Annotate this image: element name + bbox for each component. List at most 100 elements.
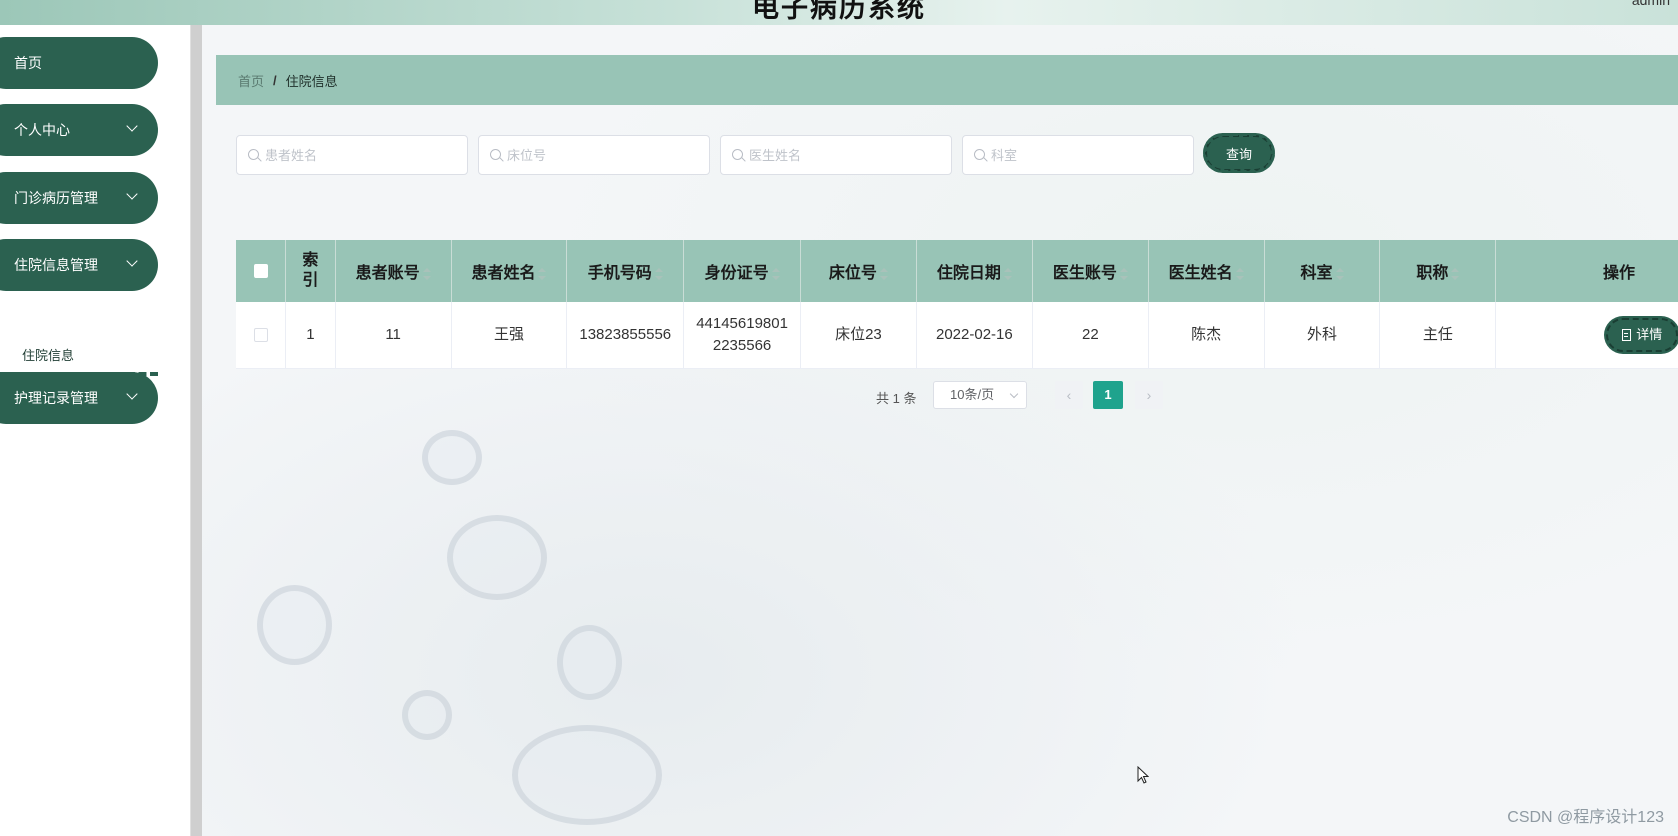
header-admission-date[interactable]: 住院日期	[916, 240, 1033, 302]
next-page-button[interactable]: ›	[1135, 381, 1163, 409]
table-header-row: 索引 患者账号 患者姓名 手机号码 身份证号 床位号 住院日期 医生账号 医生姓…	[236, 240, 1678, 302]
sidebar-item-home[interactable]: 首页	[0, 37, 158, 89]
chevron-down-icon	[126, 255, 138, 267]
header-label: 索引	[302, 252, 319, 289]
bed-number-field[interactable]	[478, 135, 710, 175]
cell-doctor-account: 22	[1032, 302, 1149, 369]
detail-button[interactable]: 详情	[1606, 317, 1678, 352]
search-icon	[490, 149, 501, 160]
sidebar-item-inpatient-management[interactable]: 住院信息管理	[0, 239, 158, 291]
page-number-current[interactable]: 1	[1093, 381, 1123, 409]
select-all-header[interactable]	[236, 240, 287, 302]
patient-name-field[interactable]	[236, 135, 468, 175]
sort-icon[interactable]	[1119, 267, 1128, 280]
cell-phone-text: 13823855556	[579, 325, 672, 343]
bed-number-input[interactable]	[507, 147, 697, 163]
menu-dot-icon	[0, 53, 5, 73]
header-patient-name[interactable]: 患者姓名	[451, 240, 568, 302]
menu-dot-icon	[0, 120, 5, 140]
chevron-down-icon	[1009, 389, 1019, 399]
header-doctor-account[interactable]: 医生账号	[1032, 240, 1149, 302]
cell-admission-date: 2022-02-16	[916, 302, 1033, 369]
patient-name-input[interactable]	[265, 147, 455, 163]
query-button[interactable]: 查询	[1203, 133, 1275, 173]
sidebar-item-label: 个人中心	[14, 122, 70, 138]
breadcrumb: 首页 / 住院信息	[216, 55, 1678, 105]
chevron-down-icon	[126, 120, 138, 132]
search-icon	[732, 149, 743, 160]
cell-bed: 床位23	[800, 302, 917, 369]
sort-icon[interactable]	[654, 267, 663, 280]
row-checkbox[interactable]	[253, 327, 268, 342]
header-bed[interactable]: 床位号	[800, 240, 917, 302]
search-icon	[974, 149, 985, 160]
row-select-cell[interactable]	[236, 302, 287, 369]
sort-icon[interactable]	[1335, 267, 1344, 280]
prev-page-button[interactable]: ‹	[1055, 381, 1083, 409]
sort-icon[interactable]	[1003, 267, 1012, 280]
submenu-item-inpatient-info[interactable]: 住院信息	[22, 345, 74, 364]
header-label: 身份证号	[704, 265, 769, 282]
header-label: 医生账号	[1052, 265, 1117, 282]
cell-patient-name: 王强	[451, 302, 568, 369]
sidebar-item-label: 门诊病历管理	[14, 190, 98, 206]
header-title[interactable]: 职称	[1379, 240, 1497, 302]
header-label: 患者姓名	[471, 265, 536, 282]
breadcrumb-home[interactable]: 首页	[238, 71, 264, 90]
sort-icon[interactable]	[771, 267, 780, 280]
sort-icon[interactable]	[422, 267, 431, 280]
header-label: 职称	[1416, 265, 1449, 282]
sort-icon[interactable]	[879, 267, 888, 280]
sidebar-item-nursing-records[interactable]: 护理记录管理	[0, 372, 158, 424]
department-field[interactable]	[962, 135, 1194, 175]
sort-icon[interactable]	[538, 267, 547, 280]
header-label: 医生姓名	[1168, 265, 1233, 282]
sort-icon[interactable]	[1235, 267, 1244, 280]
cell-phone: 13823855556	[566, 302, 685, 369]
menu-dot-icon	[0, 255, 5, 275]
cell-index: 1	[285, 302, 336, 369]
page-size-value: 10条/页	[950, 387, 995, 402]
select-all-checkbox[interactable]	[253, 263, 268, 278]
background-drop	[402, 690, 452, 740]
sidebar-item-personal-center[interactable]: 个人中心	[0, 104, 158, 156]
site-title: 电子病历系统	[752, 0, 926, 24]
header-label: 手机号码	[587, 265, 652, 282]
cell-id-card: 441456198012235566	[683, 302, 801, 369]
page-size-select[interactable]: 10条/页	[933, 381, 1027, 409]
pagination-total: 共 1 条	[876, 391, 917, 406]
doctor-name-field[interactable]	[720, 135, 952, 175]
header-label: 住院日期	[936, 265, 1001, 282]
cell-patient-account: 11	[335, 302, 452, 369]
doctor-name-input[interactable]	[749, 147, 939, 163]
detail-button-label: 详情	[1636, 326, 1663, 342]
background-drop	[512, 725, 662, 825]
user-menu[interactable]: admin	[1632, 0, 1670, 8]
breadcrumb-current: 住院信息	[285, 73, 338, 89]
menu-dot-icon	[0, 388, 5, 408]
document-icon	[1622, 328, 1632, 341]
header-label: 患者账号	[355, 265, 420, 282]
header-doctor-name[interactable]: 医生姓名	[1148, 240, 1265, 302]
mouse-cursor-icon	[1137, 766, 1149, 784]
background-drop	[422, 430, 482, 485]
sort-icon[interactable]	[1451, 267, 1460, 280]
menu-dot-icon	[0, 188, 5, 208]
background-drop	[257, 585, 332, 665]
cell-actions: 详情	[1495, 302, 1678, 369]
header-label: 操作	[1602, 265, 1635, 282]
sidebar-scrollbar[interactable]	[190, 25, 202, 836]
header-label: 床位号	[828, 265, 877, 282]
header-id-card[interactable]: 身份证号	[683, 240, 801, 302]
header-patient-account[interactable]: 患者账号	[335, 240, 452, 302]
cell-id-card-text: 441456198012235566	[696, 314, 788, 354]
inpatient-table: 索引 患者账号 患者姓名 手机号码 身份证号 床位号 住院日期 医生账号 医生姓…	[236, 240, 1678, 369]
sidebar-item-outpatient-records[interactable]: 门诊病历管理	[0, 172, 158, 224]
sidebar-item-label: 住院信息管理	[14, 257, 98, 273]
header-department[interactable]: 科室	[1264, 240, 1381, 302]
pagination: 共 1 条 10条/页 ‹ 1 ›	[202, 381, 1678, 411]
department-input[interactable]	[991, 147, 1181, 163]
table-row: 1 11 王强 13823855556 441456198012235566 床…	[236, 302, 1678, 369]
header-phone[interactable]: 手机号码	[566, 240, 685, 302]
header-index: 索引	[285, 240, 336, 302]
